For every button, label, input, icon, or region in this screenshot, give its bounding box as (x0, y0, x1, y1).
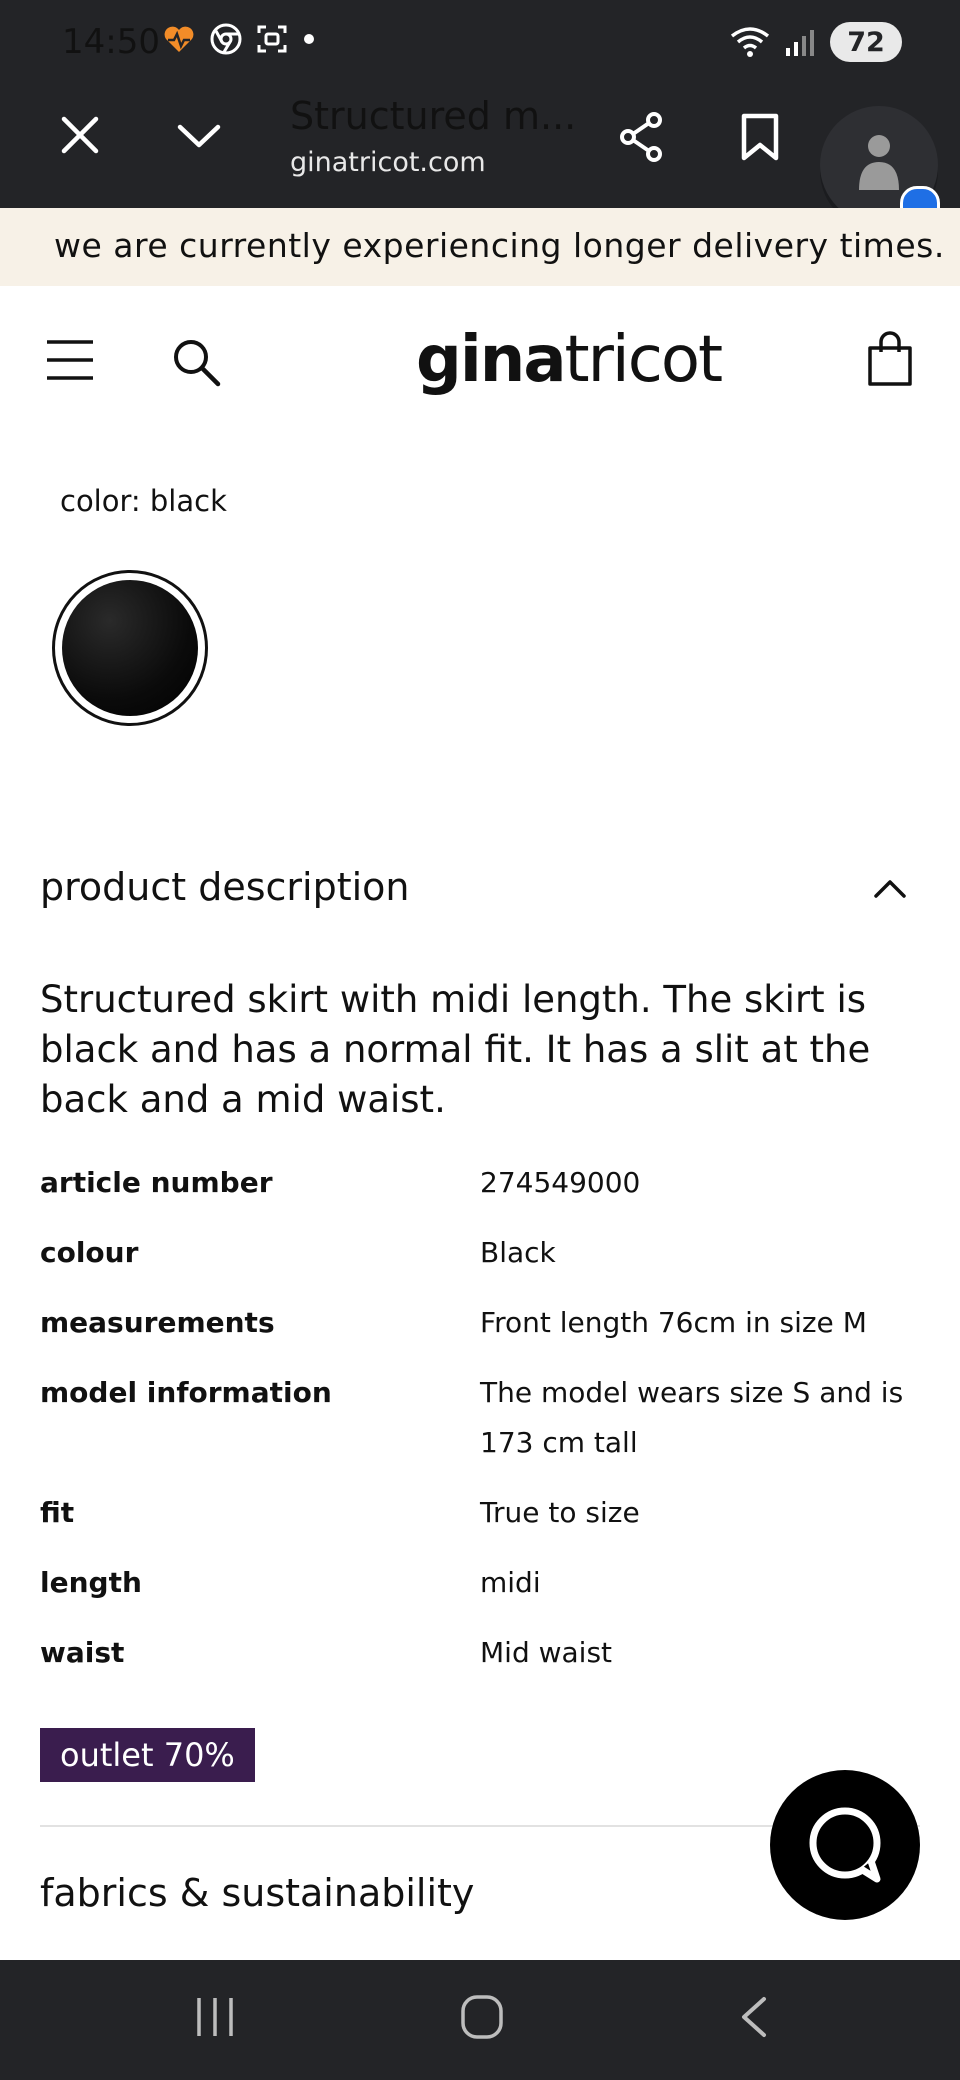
battery-indicator: 72 (830, 22, 902, 62)
ginatricot-logo[interactable]: ginatricot (416, 322, 724, 398)
chat-button[interactable] (770, 1770, 920, 1920)
detail-row: length midi (40, 1558, 920, 1608)
outlet-badge: outlet 70% (40, 1728, 255, 1782)
bookmark-icon[interactable] (740, 112, 780, 162)
tab-title: Structured m... (290, 94, 577, 138)
product-description-text: Structured skirt with midi length. The s… (40, 978, 871, 1121)
detail-value: midi (480, 1566, 541, 1599)
signal-icon (786, 30, 814, 56)
recent-apps-icon[interactable] (195, 1996, 235, 2038)
search-icon[interactable] (170, 336, 222, 388)
detail-row: waist Mid waist (40, 1628, 920, 1678)
detail-key: length (40, 1566, 142, 1599)
detail-value: Front length 76cm in size M (480, 1306, 867, 1339)
color-swatch-black[interactable] (52, 570, 208, 726)
detail-key: measurements (40, 1306, 275, 1339)
heart-activity-icon (164, 26, 194, 52)
back-icon[interactable] (738, 1996, 770, 2038)
status-time: 14:50 (62, 22, 160, 62)
tab-url: ginatricot.com (290, 147, 486, 178)
detail-key: fit (40, 1496, 75, 1529)
detail-row: colour Black (40, 1228, 920, 1278)
detail-key: article number (40, 1166, 273, 1199)
swatch-fabric-image (62, 580, 198, 716)
detail-row: measurements Front length 76cm in size M (40, 1298, 920, 1348)
status-icons-right: 72 (730, 22, 902, 62)
detail-row: model information The model wears size S… (40, 1368, 920, 1468)
detail-value: True to size (480, 1496, 640, 1529)
color-label: color: black (60, 484, 227, 518)
fabrics-sustainability-heading[interactable]: fabrics & sustainability (40, 1868, 474, 1918)
detail-key: model information (40, 1376, 332, 1409)
home-icon[interactable] (460, 1994, 504, 2040)
logo-bold: gina (416, 323, 566, 397)
detail-row: article number 274549000 (40, 1158, 920, 1208)
chevron-down-icon[interactable] (176, 122, 222, 150)
close-icon[interactable] (60, 115, 100, 155)
product-description-heading[interactable]: product description (40, 862, 410, 912)
wifi-icon (730, 27, 770, 57)
detail-value: 274549000 (480, 1166, 641, 1199)
battery-level: 72 (847, 26, 885, 58)
detail-value: The model wears size S and is 173 cm tal… (480, 1376, 904, 1459)
status-icons-left (162, 22, 316, 56)
product-details-table: article number 274549000 colour Black me… (40, 1158, 920, 1698)
detail-key: colour (40, 1236, 139, 1269)
detail-value: Black (480, 1236, 556, 1269)
account-icon (859, 135, 899, 190)
screenshot-icon (257, 25, 287, 53)
share-icon[interactable] (616, 110, 666, 164)
detail-key: waist (40, 1636, 125, 1669)
menu-icon[interactable] (45, 338, 95, 382)
chevron-up-icon[interactable] (870, 868, 910, 908)
dot-icon (304, 34, 314, 44)
logo-light: tricot (564, 323, 724, 397)
chrome-icon (210, 23, 242, 55)
detail-value: Mid waist (480, 1636, 613, 1669)
delivery-banner-text: we are currently experiencing longer del… (54, 226, 945, 265)
shopping-bag-icon[interactable] (866, 330, 914, 388)
detail-row: fit True to size (40, 1488, 920, 1538)
chat-bubble-icon (809, 1807, 881, 1883)
